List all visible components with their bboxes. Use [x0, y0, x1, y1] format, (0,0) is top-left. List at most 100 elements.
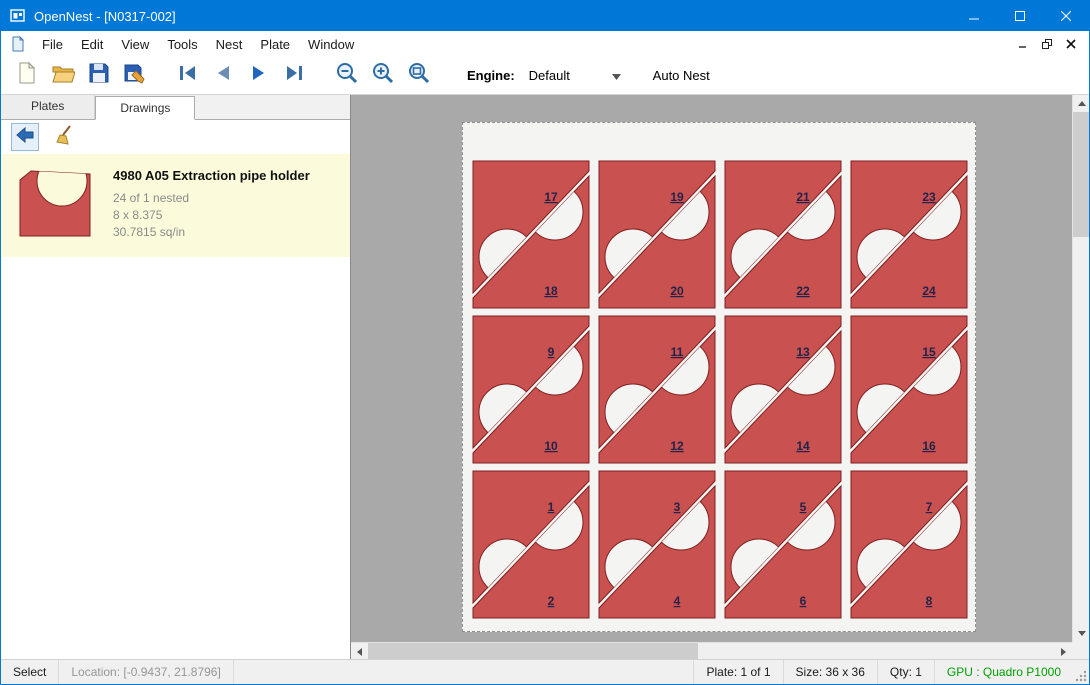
status-plate: Plate: 1 of 1 [693, 660, 782, 684]
part-number-label: 12 [670, 439, 684, 453]
menu-tools[interactable]: Tools [158, 31, 206, 57]
part-nested-count: 24 of 1 nested [113, 190, 310, 207]
scroll-left-icon[interactable] [351, 643, 368, 659]
nest-canvas[interactable]: 171819202122232491011121314151612345678 [351, 95, 1089, 659]
auto-nest-button[interactable]: Auto Nest [653, 68, 710, 83]
nested-pair: 910 [473, 316, 589, 463]
part-number-label: 4 [674, 594, 681, 608]
open-button[interactable] [45, 60, 81, 92]
nested-pair: 11 12 [599, 316, 715, 463]
last-plate-button[interactable] [277, 60, 313, 92]
part-number-label: 8 [926, 594, 933, 608]
previous-plate-button[interactable] [205, 60, 241, 92]
vertical-scrollbar[interactable] [1072, 95, 1089, 642]
save-edit-icon [123, 61, 147, 90]
window-title: OpenNest - [N0317-002] [34, 9, 176, 24]
horizontal-scrollbar[interactable] [351, 642, 1072, 659]
tab-drawings[interactable]: Drawings [95, 96, 195, 120]
part-number-label: 14 [796, 439, 810, 453]
part-title: 4980 A05 Extraction pipe holder [113, 168, 310, 183]
nested-pair: 56 [725, 471, 841, 618]
nested-pair: 13 14 [725, 316, 841, 463]
part-number-label: 13 [796, 345, 810, 359]
menu-nest[interactable]: Nest [207, 31, 252, 57]
part-size: 8 x 8.375 [113, 207, 310, 224]
scroll-down-icon[interactable] [1073, 625, 1089, 642]
nested-pair: 1920 [599, 161, 715, 308]
toolbar-separator [313, 57, 329, 94]
part-number-label: 1 [548, 500, 555, 514]
plate[interactable]: 171819202122232491011121314151612345678 [462, 122, 976, 632]
part-number-label: 2 [548, 594, 555, 608]
scroll-right-icon[interactable] [1055, 643, 1072, 659]
nested-pair: 12 [473, 471, 589, 618]
nested-pair: 78 [851, 471, 967, 618]
mdi-minimize-button[interactable] [1013, 35, 1033, 53]
resize-grip[interactable] [1073, 660, 1089, 684]
zoom-fit-button[interactable] [401, 60, 437, 92]
new-button[interactable] [9, 60, 45, 92]
vertical-scrollbar-thumb[interactable] [1073, 112, 1089, 237]
chevron-down-icon [612, 68, 621, 83]
drawing-list-item[interactable]: 4980 A05 Extraction pipe holder 24 of 1 … [1, 154, 350, 257]
go-last-icon [283, 61, 307, 90]
toolbar: Engine: Default Auto Nest [1, 57, 1089, 95]
mdi-close-button[interactable] [1061, 35, 1081, 53]
part-number-label: 22 [796, 284, 810, 298]
menu-plate[interactable]: Plate [251, 31, 299, 57]
save-button[interactable] [81, 60, 117, 92]
status-qty: Qty: 1 [877, 660, 934, 684]
part-number-label: 23 [922, 190, 936, 204]
part-number-label: 11 [671, 345, 684, 359]
next-plate-button[interactable] [241, 60, 277, 92]
scrollbar-corner [1072, 642, 1089, 659]
scroll-up-icon[interactable] [1073, 95, 1089, 112]
tab-plates[interactable]: Plates [1, 95, 95, 119]
status-location: Location: [-0.9437, 21.8796] [59, 660, 233, 684]
zoom-in-button[interactable] [365, 60, 401, 92]
statusbar: Select Location: [-0.9437, 21.8796] Plat… [1, 659, 1089, 684]
open-folder-icon [51, 61, 75, 90]
part-number-label: 17 [544, 190, 558, 204]
menu-view[interactable]: View [112, 31, 158, 57]
menu-edit[interactable]: Edit [72, 31, 112, 57]
sidebar: Plates Drawings [1, 95, 351, 659]
import-drawing-button[interactable] [11, 123, 39, 151]
menu-file[interactable]: File [33, 31, 72, 57]
save-as-button[interactable] [117, 60, 153, 92]
app-window: OpenNest - [N0317-002] File Edit View To… [0, 0, 1090, 685]
part-number-label: 16 [922, 439, 936, 453]
statusbar-spacer [234, 660, 694, 684]
part-number-label: 19 [670, 190, 684, 204]
import-arrow-icon [14, 124, 36, 151]
part-number-label: 18 [544, 284, 558, 298]
status-size: Size: 36 x 36 [783, 660, 877, 684]
zoom-out-button[interactable] [329, 60, 365, 92]
go-first-icon [175, 61, 199, 90]
go-next-icon [247, 61, 271, 90]
part-area: 30.7815 sq/in [113, 224, 310, 241]
part-number-label: 21 [796, 190, 810, 204]
window-controls [951, 1, 1089, 31]
part-number-label: 24 [922, 284, 936, 298]
mdi-restore-button[interactable] [1037, 35, 1057, 53]
engine-select[interactable]: Default [523, 64, 627, 88]
menubar: File Edit View Tools Nest Plate Window [1, 31, 1089, 57]
first-plate-button[interactable] [169, 60, 205, 92]
part-number-label: 15 [922, 345, 936, 359]
maximize-button[interactable] [997, 1, 1043, 31]
mdi-window-controls [1013, 35, 1089, 53]
nested-pair: 21 22 [725, 161, 841, 308]
horizontal-scrollbar-thumb[interactable] [368, 643, 698, 659]
minimize-button[interactable] [951, 1, 997, 31]
toolbar-separator [153, 57, 169, 94]
part-number-label: 5 [800, 500, 807, 514]
menu-window[interactable]: Window [299, 31, 363, 57]
part-number-label: 10 [544, 439, 558, 453]
part-number-label: 7 [926, 500, 933, 514]
zoom-fit-icon [407, 61, 431, 90]
clear-drawings-button[interactable] [51, 123, 79, 151]
sidebar-toolbar [1, 120, 350, 154]
close-button[interactable] [1043, 1, 1089, 31]
zoom-in-icon [371, 61, 395, 90]
